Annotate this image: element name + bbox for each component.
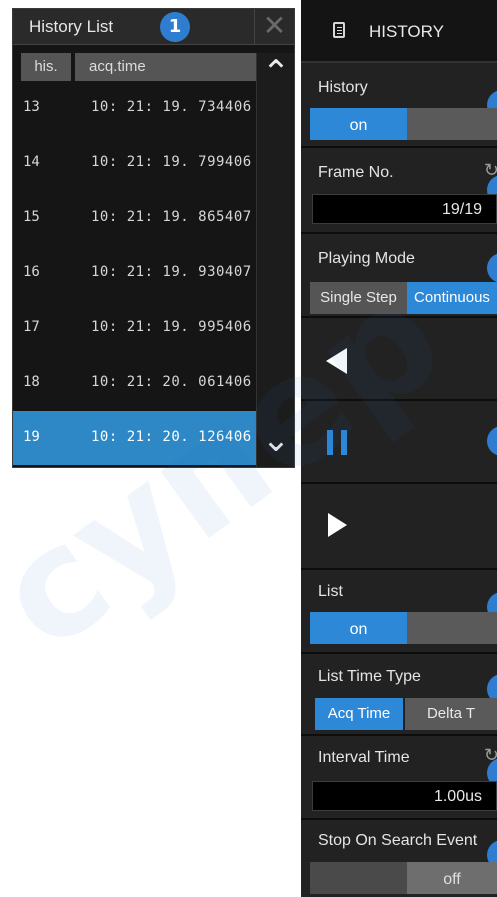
stop-on-search-toggle-on-side	[310, 862, 407, 894]
history-toggle-state: on	[310, 108, 407, 140]
row-index: 19	[23, 429, 40, 445]
row-acq-time: 10: 21: 19. 995406	[91, 319, 252, 335]
interval-time-value[interactable]: 1.00us	[312, 781, 497, 811]
table-row[interactable]: 16 10: 21: 19. 930407	[13, 246, 258, 300]
play-forward-button[interactable]	[301, 484, 497, 570]
callout-dot	[487, 426, 497, 456]
playing-mode-continuous[interactable]: Continuous	[407, 282, 497, 314]
table-row[interactable]: 15 10: 21: 19. 865407	[13, 191, 258, 245]
callout-dot	[487, 253, 497, 283]
playing-mode-section[interactable]: Playing Mode Single Step Continuous	[301, 234, 497, 318]
document-icon	[333, 22, 345, 38]
close-icon[interactable]: ✕	[254, 9, 294, 44]
history-list-title: History List	[29, 17, 114, 36]
stop-on-search-event-label: Stop On Search Event	[318, 832, 478, 849]
history-toggle-off-side	[407, 108, 497, 140]
scroll-up-icon[interactable]: ⌃	[257, 53, 295, 93]
play-forward-icon	[328, 513, 347, 537]
stop-on-search-event-section[interactable]: Stop On Search Event off	[301, 820, 497, 897]
table-row[interactable]: 14 10: 21: 19. 799406	[13, 136, 258, 190]
table-row[interactable]: 18 10: 21: 20. 061406	[13, 356, 258, 410]
stop-on-search-event-toggle[interactable]: off	[310, 862, 497, 894]
panel-title: HISTORY	[369, 22, 444, 41]
play-backward-button[interactable]	[301, 318, 497, 401]
row-acq-time: 10: 21: 20. 126406	[91, 429, 252, 445]
list-toggle-section[interactable]: List on	[301, 570, 497, 654]
table-row[interactable]: 13 10: 21: 19. 734406	[13, 81, 258, 135]
list-toggle-off-side	[407, 612, 497, 644]
stop-on-search-toggle-state: off	[407, 862, 497, 894]
history-toggle[interactable]: on	[310, 108, 497, 140]
row-acq-time: 10: 21: 19. 734406	[91, 99, 252, 115]
column-header-his: his.	[21, 53, 71, 81]
list-time-type-label: List Time Type	[318, 668, 421, 685]
play-backward-icon	[326, 348, 347, 374]
playing-mode-single-step[interactable]: Single Step	[310, 282, 407, 314]
row-acq-time: 10: 21: 19. 865407	[91, 209, 252, 225]
row-acq-time: 10: 21: 20. 061406	[91, 374, 252, 390]
pause-button[interactable]	[301, 401, 497, 484]
frame-no-label: Frame No.	[318, 164, 394, 181]
row-index: 16	[23, 264, 40, 280]
list-time-type-section[interactable]: List Time Type Acq Time Delta T	[301, 654, 497, 736]
list-toggle-state: on	[310, 612, 407, 644]
list-time-type-acq-time[interactable]: Acq Time	[315, 698, 403, 730]
panel-header: HISTORY	[301, 0, 497, 63]
scroll-down-icon[interactable]: ⌄	[257, 423, 295, 457]
callout-badge: 1	[160, 12, 190, 42]
frame-no-section[interactable]: Frame No. ↻ 19/19	[301, 148, 497, 234]
row-index: 18	[23, 374, 40, 390]
frame-no-value[interactable]: 19/19	[312, 194, 497, 224]
table-row[interactable]: 17 10: 21: 19. 995406	[13, 301, 258, 355]
row-index: 13	[23, 99, 40, 115]
list-time-type-delta-t[interactable]: Delta T	[405, 698, 497, 730]
interval-time-section[interactable]: Interval Time ↻ 1.00us	[301, 736, 497, 820]
history-toggle-section[interactable]: History on	[301, 63, 497, 148]
history-list-titlebar: History List 1 ✕	[13, 9, 294, 45]
scrollbar[interactable]: ⌃ ⌄	[256, 53, 294, 467]
interval-time-label: Interval Time	[318, 749, 410, 766]
row-index: 15	[23, 209, 40, 225]
playing-mode-label: Playing Mode	[318, 250, 415, 267]
history-list-window: History List 1 ✕ his. acq.time 13 10: 21…	[12, 8, 295, 468]
list-label: List	[318, 583, 343, 600]
row-index: 14	[23, 154, 40, 170]
row-acq-time: 10: 21: 19. 930407	[91, 264, 252, 280]
row-index: 17	[23, 319, 40, 335]
list-toggle[interactable]: on	[310, 612, 497, 644]
history-label: History	[318, 79, 368, 96]
column-header-acq-time: acq.time	[75, 53, 258, 81]
table-row-selected[interactable]: 19 10: 21: 20. 126406	[13, 411, 258, 465]
pause-icon	[327, 430, 347, 455]
row-acq-time: 10: 21: 19. 799406	[91, 154, 252, 170]
history-menu-panel: HISTORY History on Frame No. ↻ 19/19 Pla…	[301, 0, 497, 897]
